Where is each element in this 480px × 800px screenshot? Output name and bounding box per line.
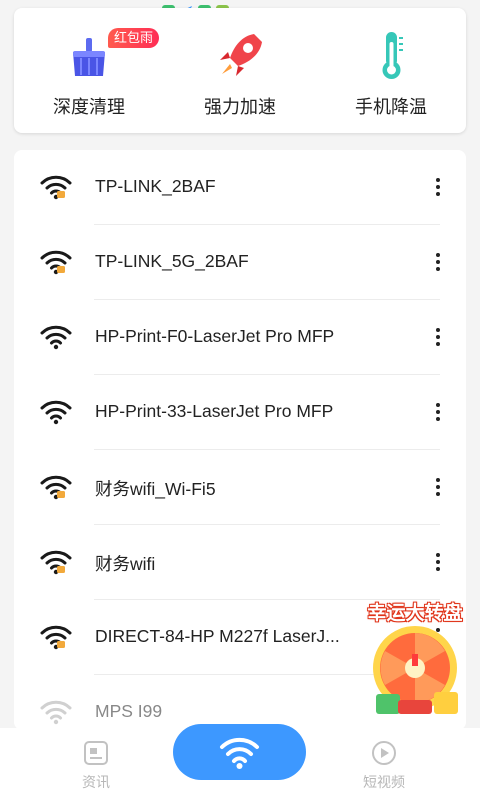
deep-clean-label: 深度清理 [53,97,125,117]
wifi-network-row[interactable]: 财务wifi [14,525,466,600]
boost-button[interactable]: 强力加速 [165,24,315,124]
wifi-signal-icon [38,699,74,727]
tab-news[interactable]: 资讯 [56,734,136,794]
more-options-icon[interactable] [426,472,450,502]
wifi-network-row[interactable]: 财务wifi_Wi-Fi5 [14,450,466,525]
tab-short-video-label: 短视频 [363,774,405,790]
thermometer-icon [361,24,421,84]
wifi-ssid: TP-LINK_5G_2BAF [95,251,249,271]
more-options-icon[interactable] [426,547,450,577]
wifi-ssid: HP-Print-33-LaserJet Pro MFP [95,401,334,421]
red-packet-badge[interactable]: 红包雨 [108,28,160,48]
boost-label: 强力加速 [204,97,276,117]
more-options-icon[interactable] [426,172,450,202]
tab-news-label: 资讯 [82,774,110,790]
more-options-icon[interactable] [426,247,450,277]
wifi-signal-icon [38,249,74,277]
wifi-ssid: MPS I99 [95,701,163,721]
wifi-ssid: 财务wifi [95,554,156,574]
tab-wifi-button[interactable] [173,724,306,780]
more-options-icon[interactable] [426,322,450,352]
cool-down-label: 手机降温 [355,97,427,117]
wifi-ssid: DIRECT-84-HP M227f LaserJ... [95,626,340,646]
wifi-network-row[interactable]: HP-Print-F0-LaserJet Pro MFP [14,300,466,375]
quick-tools-card: 红包雨 深度清理 强力加速 手机降温 [14,8,466,133]
wifi-icon [220,737,259,769]
more-options-icon[interactable] [426,397,450,427]
wifi-signal-icon [38,174,74,202]
tab-short-video[interactable]: 短视频 [344,734,424,794]
wifi-signal-icon [38,624,74,652]
wifi-ssid: TP-LINK_2BAF [95,176,216,196]
rocket-icon [210,24,270,84]
wifi-ssid: 财务wifi_Wi-Fi5 [95,479,216,499]
wifi-signal-icon [38,399,74,427]
wifi-network-row[interactable]: HP-Print-33-LaserJet Pro MFP [14,375,466,450]
wifi-network-row[interactable]: TP-LINK_5G_2BAF [14,225,466,300]
video-play-icon [371,740,397,766]
lucky-wheel-banner[interactable]: 幸运大转盘 [354,596,476,720]
lucky-wheel-title: 幸运大转盘 [367,603,463,624]
wifi-signal-icon [38,474,74,502]
wifi-network-row[interactable]: TP-LINK_2BAF [14,150,466,225]
cool-down-button[interactable]: 手机降温 [316,24,466,124]
news-icon [83,740,109,766]
wifi-signal-icon [38,549,74,577]
wifi-signal-icon [38,324,74,352]
wifi-ssid: HP-Print-F0-LaserJet Pro MFP [95,326,335,346]
